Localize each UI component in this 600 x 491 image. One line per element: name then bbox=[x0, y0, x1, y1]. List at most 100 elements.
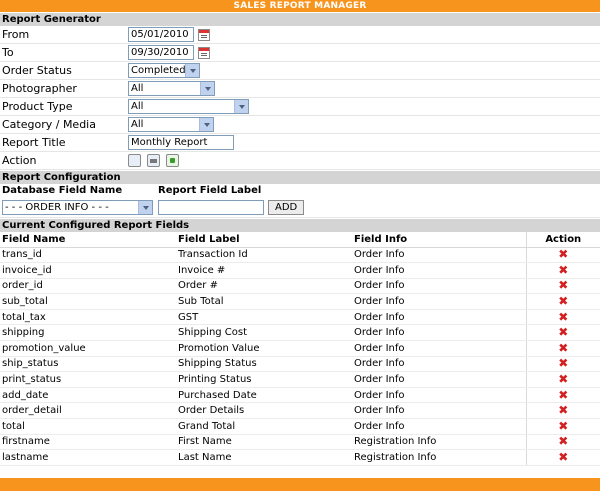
action-cell: ✖ bbox=[525, 434, 600, 451]
field-label-cell: Grand Total bbox=[176, 418, 352, 435]
photographer-value: All bbox=[131, 83, 144, 94]
db-field-name-header: Database Field Name bbox=[2, 185, 123, 196]
field-name-cell: total_tax bbox=[0, 309, 176, 326]
from-row: From bbox=[0, 26, 600, 44]
report-field-label-header: Report Field Label bbox=[158, 185, 262, 196]
field-label-cell: Order Details bbox=[176, 402, 352, 420]
column-header-field-info: Field Info bbox=[352, 232, 526, 248]
field-label-cell: Order # bbox=[176, 278, 352, 295]
delete-icon[interactable]: ✖ bbox=[558, 373, 568, 385]
current-fields-heading: Current Configured Report Fields bbox=[0, 218, 600, 232]
footer-bar bbox=[0, 478, 600, 491]
action-cell: ✖ bbox=[525, 449, 600, 466]
delete-icon[interactable]: ✖ bbox=[558, 404, 568, 416]
field-name-cell: ship_status bbox=[0, 356, 176, 373]
chevron-down-icon[interactable] bbox=[200, 82, 214, 95]
product-type-select[interactable]: All bbox=[128, 99, 249, 114]
field-label-cell: Invoice # bbox=[176, 262, 352, 279]
order-status-value: Completed bbox=[131, 65, 186, 76]
field-info-cell: Registration Info bbox=[352, 434, 526, 451]
category-select[interactable]: All bbox=[128, 117, 214, 132]
delete-icon[interactable]: ✖ bbox=[558, 248, 568, 260]
delete-icon[interactable]: ✖ bbox=[558, 326, 568, 338]
field-name-cell: order_id bbox=[0, 278, 176, 295]
report-title-row: Report Title bbox=[0, 134, 600, 152]
column-header-field-label: Field Label bbox=[176, 232, 352, 248]
report-title-input[interactable] bbox=[128, 135, 234, 150]
field-name-cell: print_status bbox=[0, 371, 176, 388]
calendar-icon[interactable] bbox=[198, 46, 210, 59]
to-date-input[interactable] bbox=[128, 45, 194, 60]
order-status-row: Order Status Completed bbox=[0, 62, 600, 80]
table-row: print_status Printing Status Order Info ✖ bbox=[0, 371, 600, 388]
delete-icon[interactable]: ✖ bbox=[558, 264, 568, 276]
field-info-cell: Order Info bbox=[352, 324, 526, 342]
photographer-label: Photographer bbox=[2, 82, 77, 95]
field-label-cell: Promotion Value bbox=[176, 340, 352, 357]
action-cell: ✖ bbox=[525, 278, 600, 295]
delete-icon[interactable]: ✖ bbox=[558, 311, 568, 323]
chevron-down-icon[interactable] bbox=[185, 64, 199, 77]
add-button[interactable]: ADD bbox=[268, 200, 305, 215]
table-row: promotion_value Promotion Value Order Info… bbox=[0, 340, 600, 357]
action-row: Action bbox=[0, 152, 600, 170]
delete-icon[interactable]: ✖ bbox=[558, 435, 568, 447]
delete-icon[interactable]: ✖ bbox=[558, 420, 568, 432]
action-cell: ✖ bbox=[525, 309, 600, 326]
field-name-cell: trans_id bbox=[0, 247, 176, 264]
category-row: Category / Media All bbox=[0, 116, 600, 134]
table-row: order_detail Order Details Order Info ✖ bbox=[0, 402, 600, 420]
action-cell: ✖ bbox=[525, 371, 600, 388]
table-row: shipping Shipping Cost Order Info ✖ bbox=[0, 324, 600, 342]
report-field-label-input[interactable] bbox=[158, 200, 264, 215]
table-row: sub_total Sub Total Order Info ✖ bbox=[0, 293, 600, 310]
chevron-down-icon[interactable] bbox=[234, 100, 248, 113]
chevron-down-icon[interactable] bbox=[138, 201, 152, 214]
product-type-row: Product Type All bbox=[0, 98, 600, 116]
table-header-row: Field Name Field Label Field Info Action bbox=[0, 232, 600, 248]
chevron-down-icon[interactable] bbox=[199, 118, 213, 131]
field-info-cell: Order Info bbox=[352, 418, 526, 435]
field-name-cell: add_date bbox=[0, 387, 176, 404]
delete-icon[interactable]: ✖ bbox=[558, 279, 568, 291]
action-cell: ✖ bbox=[525, 293, 600, 310]
delete-icon[interactable]: ✖ bbox=[558, 451, 568, 463]
calendar-icon[interactable] bbox=[198, 28, 210, 41]
action-cell: ✖ bbox=[525, 262, 600, 279]
action-cell: ✖ bbox=[525, 340, 600, 357]
photographer-select[interactable]: All bbox=[128, 81, 215, 96]
field-name-cell: firstname bbox=[0, 434, 176, 451]
field-label-cell: Last Name bbox=[176, 449, 352, 466]
delete-icon[interactable]: ✖ bbox=[558, 389, 568, 401]
field-label-cell: Shipping Cost bbox=[176, 324, 352, 342]
action-cell: ✖ bbox=[525, 324, 600, 342]
print-preview-icon[interactable] bbox=[128, 154, 141, 167]
field-name-cell: invoice_id bbox=[0, 262, 176, 279]
field-name-cell: lastname bbox=[0, 449, 176, 466]
field-info-cell: Order Info bbox=[352, 309, 526, 326]
delete-icon[interactable]: ✖ bbox=[558, 295, 568, 307]
report-configuration-heading: Report Configuration bbox=[0, 170, 600, 184]
order-status-select[interactable]: Completed bbox=[128, 63, 200, 78]
report-generator-heading: Report Generator bbox=[0, 12, 600, 26]
field-info-cell: Order Info bbox=[352, 262, 526, 279]
action-cell: ✖ bbox=[525, 247, 600, 264]
db-field-select[interactable]: - - - ORDER INFO - - - bbox=[2, 200, 153, 215]
table-row: add_date Purchased Date Order Info ✖ bbox=[0, 387, 600, 404]
fields-table: Field Name Field Label Field Info Action… bbox=[0, 232, 600, 466]
action-cell: ✖ bbox=[525, 387, 600, 404]
print-icon[interactable] bbox=[147, 154, 160, 167]
column-header-field-name: Field Name bbox=[0, 232, 176, 248]
report-title-label: Report Title bbox=[2, 136, 66, 149]
from-date-input[interactable] bbox=[128, 27, 194, 42]
db-field-value: - - - ORDER INFO - - - bbox=[5, 202, 109, 213]
field-info-cell: Order Info bbox=[352, 371, 526, 388]
action-cell: ✖ bbox=[525, 356, 600, 373]
product-type-value: All bbox=[131, 101, 144, 112]
category-value: All bbox=[131, 119, 144, 130]
table-row: lastname Last Name Registration Info ✖ bbox=[0, 449, 600, 466]
action-cell: ✖ bbox=[525, 418, 600, 435]
export-icon[interactable] bbox=[166, 154, 179, 167]
delete-icon[interactable]: ✖ bbox=[558, 342, 568, 354]
delete-icon[interactable]: ✖ bbox=[558, 357, 568, 369]
